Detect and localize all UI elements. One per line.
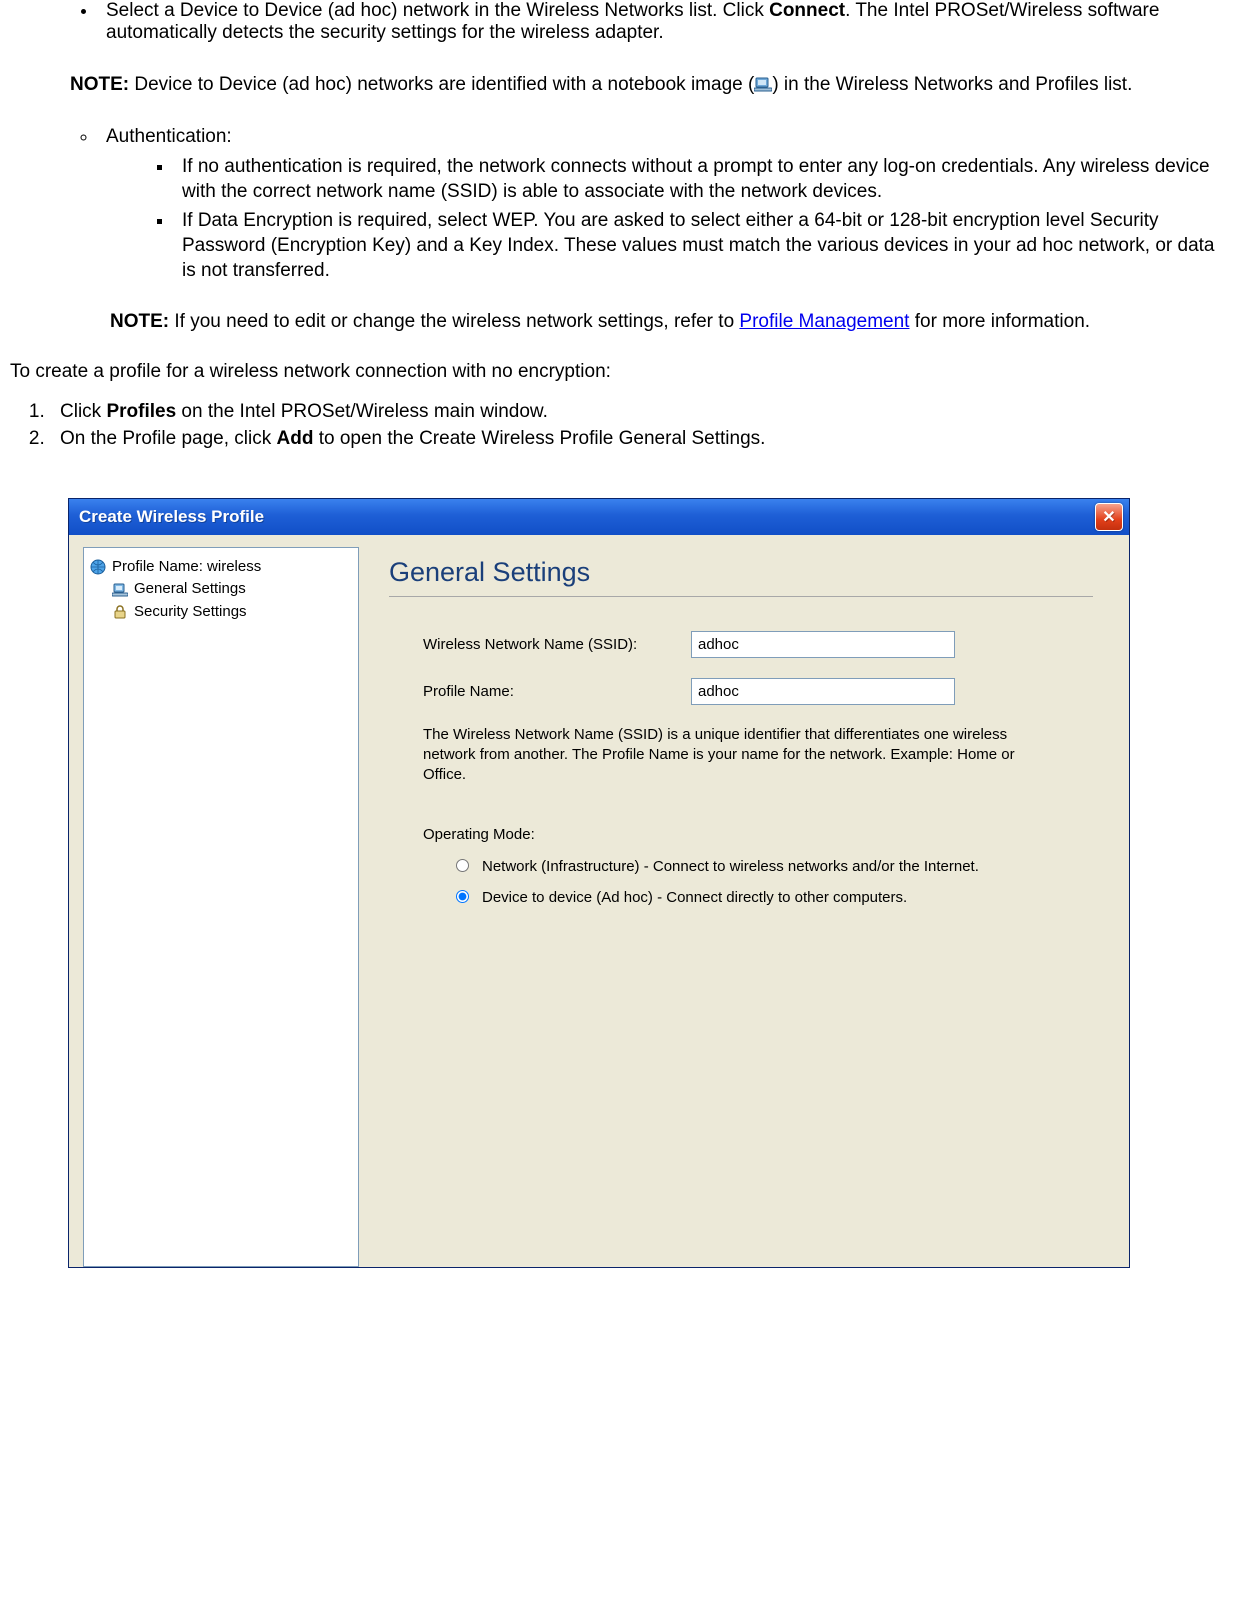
profile-name-input[interactable] bbox=[691, 678, 955, 705]
sidebar-general-row[interactable]: General Settings bbox=[112, 578, 352, 601]
operating-mode-label: Operating Mode: bbox=[423, 826, 1093, 843]
text: Select a Device to Device (ad hoc) netwo… bbox=[106, 0, 769, 21]
note-adhoc-icon: NOTE: Device to Device (ad hoc) networks… bbox=[70, 72, 1230, 98]
note-label: NOTE: bbox=[70, 74, 129, 95]
profile-name-label: Profile Name: bbox=[423, 683, 691, 700]
list-item: Authentication: If no authentication is … bbox=[98, 126, 1230, 283]
auth-list: Authentication: If no authentication is … bbox=[10, 126, 1230, 283]
list-item: If Data Encryption is required, select W… bbox=[174, 208, 1230, 283]
dialog-title: Create Wireless Profile bbox=[79, 507, 264, 527]
radio-adhoc-row[interactable]: Device to device (Ad hoc) - Connect dire… bbox=[451, 888, 1011, 908]
radio-infrastructure[interactable] bbox=[456, 859, 469, 872]
dialog-screenshot: Create Wireless Profile ✕ Profile Name: … bbox=[68, 498, 1230, 1268]
note-text: Device to Device (ad hoc) networks are i… bbox=[129, 74, 754, 95]
profile-name-row: Profile Name: bbox=[423, 678, 1093, 705]
ssid-row: Wireless Network Name (SSID): bbox=[423, 631, 1093, 658]
form-area: Wireless Network Name (SSID): Profile Na… bbox=[389, 631, 1093, 908]
sidebar: Profile Name: wireless General Settings … bbox=[83, 547, 359, 1267]
note-text: If you need to edit or change the wirele… bbox=[169, 311, 739, 332]
radio-adhoc[interactable] bbox=[456, 890, 469, 903]
content-title: General Settings bbox=[389, 557, 1093, 597]
dialog-body: Profile Name: wireless General Settings … bbox=[69, 535, 1129, 1267]
list-item: If no authentication is required, the ne… bbox=[174, 154, 1230, 204]
note-text: for more information. bbox=[909, 311, 1090, 332]
note-label: NOTE: bbox=[110, 311, 169, 332]
sidebar-security-row[interactable]: Security Settings bbox=[112, 601, 352, 624]
ssid-description: The Wireless Network Name (SSID) is a un… bbox=[423, 725, 1023, 786]
ad-hoc-select-list: Select a Device to Device (ad hoc) netwo… bbox=[10, 0, 1230, 44]
ssid-label: Wireless Network Name (SSID): bbox=[423, 636, 691, 653]
connect-bold: Connect bbox=[769, 0, 845, 21]
sidebar-profile-label: Profile Name: wireless bbox=[112, 556, 261, 579]
radio-adhoc-label: Device to device (Ad hoc) - Connect dire… bbox=[482, 888, 907, 908]
text: to open the Create Wireless Profile Gene… bbox=[313, 428, 765, 449]
globe-icon bbox=[90, 559, 106, 575]
auth-label: Authentication: bbox=[106, 126, 232, 147]
create-wireless-profile-dialog: Create Wireless Profile ✕ Profile Name: … bbox=[68, 498, 1130, 1268]
add-bold: Add bbox=[277, 428, 314, 449]
close-button[interactable]: ✕ bbox=[1095, 503, 1123, 531]
close-icon: ✕ bbox=[1102, 507, 1115, 527]
profiles-bold: Profiles bbox=[106, 401, 176, 422]
text: On the Profile page, click bbox=[60, 428, 277, 449]
sidebar-security-label: Security Settings bbox=[134, 601, 247, 624]
notebook-icon bbox=[112, 582, 128, 598]
note-text: ) in the Wireless Networks and Profiles … bbox=[772, 74, 1132, 95]
ssid-input[interactable] bbox=[691, 631, 955, 658]
intro-text: To create a profile for a wireless netwo… bbox=[10, 361, 1230, 383]
radio-infrastructure-row[interactable]: Network (Infrastructure) - Connect to wi… bbox=[451, 857, 1011, 877]
list-item: On the Profile page, click Add to open t… bbox=[50, 426, 1230, 452]
notebook-icon bbox=[754, 74, 772, 89]
steps-list: Click Profiles on the Intel PROSet/Wirel… bbox=[10, 399, 1230, 452]
lock-icon bbox=[112, 604, 128, 620]
list-item: Select a Device to Device (ad hoc) netwo… bbox=[98, 0, 1230, 44]
titlebar: Create Wireless Profile ✕ bbox=[69, 499, 1129, 535]
radio-infrastructure-label: Network (Infrastructure) - Connect to wi… bbox=[482, 857, 979, 877]
note-profile-mgmt: NOTE: If you need to edit or change the … bbox=[110, 309, 1230, 335]
content-panel: General Settings Wireless Network Name (… bbox=[359, 547, 1115, 1267]
auth-sublist: If no authentication is required, the ne… bbox=[106, 154, 1230, 283]
text: on the Intel PROSet/Wireless main window… bbox=[176, 401, 548, 422]
list-item: Click Profiles on the Intel PROSet/Wirel… bbox=[50, 399, 1230, 425]
sidebar-profile-row[interactable]: Profile Name: wireless bbox=[90, 556, 352, 579]
profile-management-link[interactable]: Profile Management bbox=[739, 311, 909, 332]
text: Click bbox=[60, 401, 106, 422]
sidebar-general-label: General Settings bbox=[134, 578, 246, 601]
